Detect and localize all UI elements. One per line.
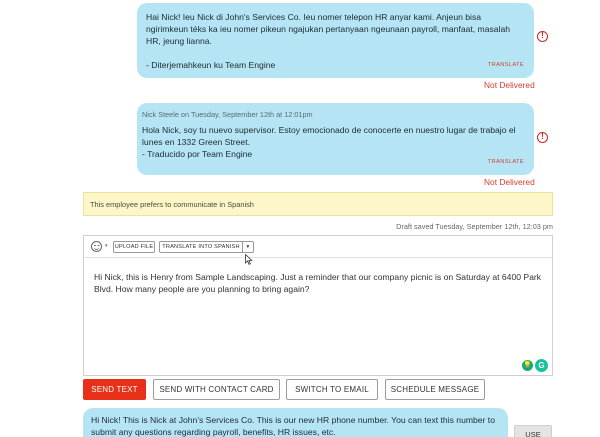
delivery-status: Not Delivered bbox=[484, 177, 535, 187]
lightbulb-icon[interactable]: 💡 bbox=[522, 360, 533, 371]
send-text-button[interactable]: SEND TEXT bbox=[83, 379, 146, 400]
translate-link[interactable]: TRANSLATE bbox=[488, 156, 524, 168]
composer-toolbar: ▾ UPLOAD FILE TRANSLATE INTO SPANISH ▾ bbox=[84, 236, 552, 258]
message-body: Hola Nick, soy tu nuevo supervisor. Esto… bbox=[142, 125, 516, 147]
use-suggestion-button[interactable]: USE bbox=[514, 425, 552, 437]
suggested-message: Hi Nick! This is Nick at John's Services… bbox=[83, 408, 508, 437]
switch-to-email-button[interactable]: SWITCH TO EMAIL bbox=[286, 379, 378, 400]
send-with-contact-card-button[interactable]: SEND WITH CONTACT CARD bbox=[153, 379, 280, 400]
exclamation-circle-icon[interactable]: ! bbox=[537, 132, 548, 143]
delivery-status: Not Delivered bbox=[484, 80, 535, 90]
message-bubble: Hai Nick! Ieu Nick di John's Services Co… bbox=[137, 3, 534, 78]
draft-status: Draft saved Tuesday, September 12th, 12:… bbox=[396, 222, 553, 231]
upload-file-button[interactable]: UPLOAD FILE bbox=[113, 241, 155, 253]
mouse-cursor-icon bbox=[245, 254, 253, 265]
translate-into-spanish-button[interactable]: TRANSLATE INTO SPANISH bbox=[159, 241, 243, 253]
message-composer[interactable]: ▾ UPLOAD FILE TRANSLATE INTO SPANISH ▾ H… bbox=[83, 235, 553, 376]
exclamation-circle-icon[interactable]: ! bbox=[537, 31, 548, 42]
message-meta: Nick Steele on Tuesday, September 12th a… bbox=[142, 110, 313, 119]
message-bubble: Nick Steele on Tuesday, September 12th a… bbox=[137, 103, 534, 175]
message-footer: - Traducido por Team Engine bbox=[142, 149, 253, 159]
emoji-smile-icon[interactable] bbox=[91, 241, 102, 252]
message-body: Hai Nick! Ieu Nick di John's Services Co… bbox=[146, 12, 511, 46]
language-preference-banner: This employee prefers to communicate in … bbox=[83, 192, 553, 216]
message-textarea[interactable]: Hi Nick, this is Henry from Sample Lands… bbox=[94, 271, 549, 295]
translate-options-dropdown[interactable]: ▾ bbox=[242, 241, 254, 253]
grammarly-icon[interactable]: G bbox=[535, 359, 548, 372]
message-footer: - Diterjemahkeun ku Team Engine bbox=[146, 60, 276, 70]
translate-link[interactable]: TRANSLATE bbox=[488, 59, 524, 71]
schedule-message-button[interactable]: SCHEDULE MESSAGE bbox=[385, 379, 485, 400]
chevron-down-icon[interactable]: ▾ bbox=[105, 243, 108, 249]
